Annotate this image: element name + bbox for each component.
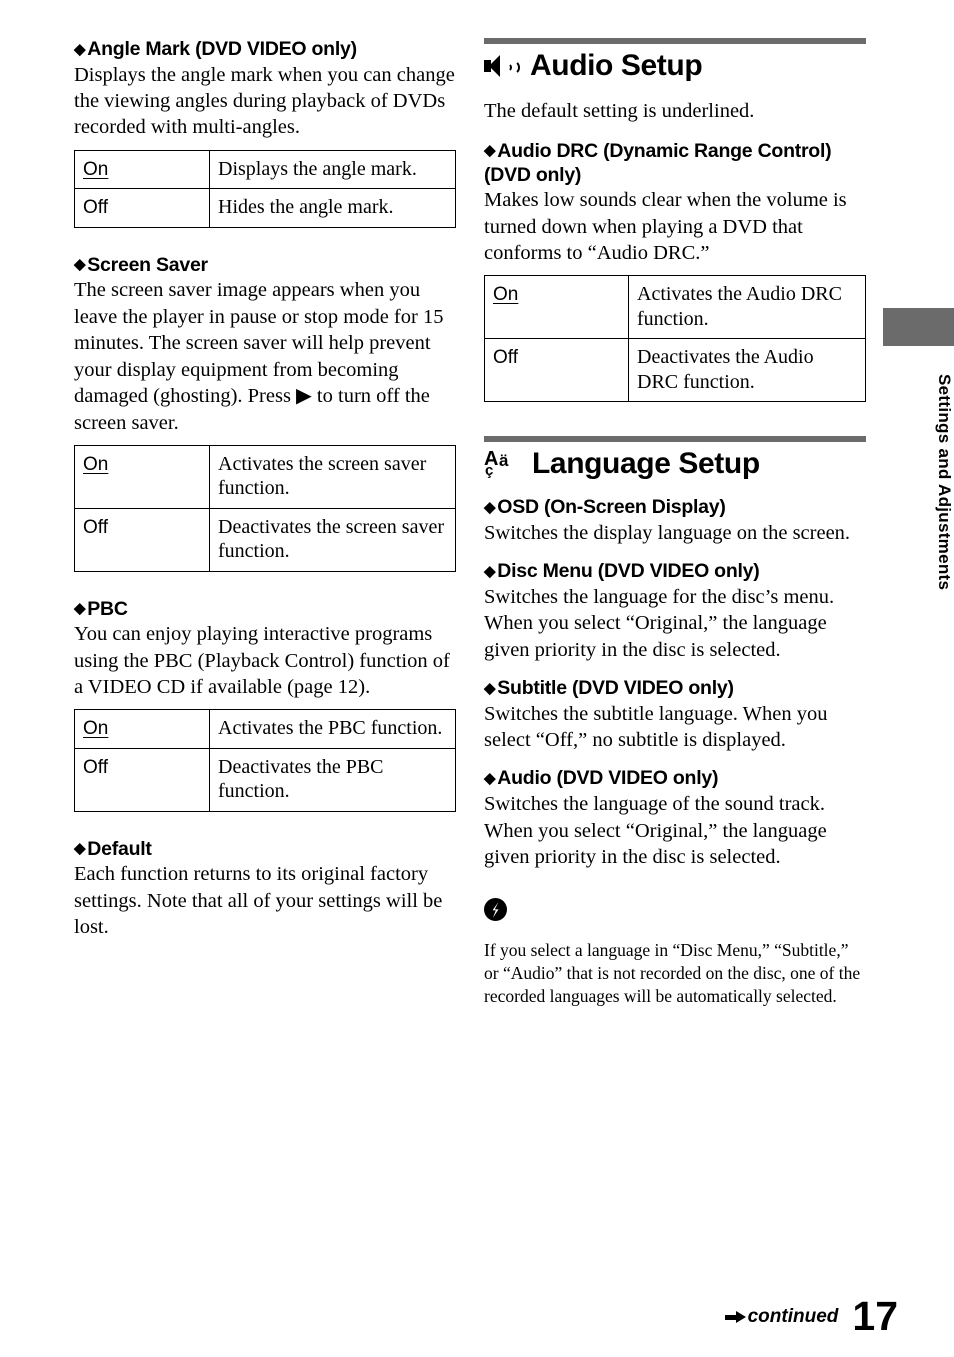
heading-default-text: Default — [87, 837, 152, 860]
diamond-bullet-icon: ◆ — [484, 769, 496, 787]
heading-angle-mark: ◆ Angle Mark (DVD VIDEO only) — [74, 38, 456, 61]
option-label: Off — [493, 347, 518, 369]
paragraph-subtitle: Switches the subtitle language. When you… — [484, 702, 828, 752]
description-cell: Activates the Audio DRC function. — [628, 275, 866, 340]
paragraph-audio: Switches the language of the sound track… — [484, 793, 827, 868]
heading-osd: ◆ OSD (On-Screen Display) — [484, 496, 866, 519]
option-cell: On — [484, 275, 629, 340]
table-angle-mark: On Displays the angle mark. Off Hides th… — [74, 149, 456, 228]
note-bolt-icon — [484, 898, 507, 922]
option-cell: Off — [74, 507, 210, 572]
arrow-right-icon — [724, 1311, 747, 1323]
heading-default: ◆ Default — [74, 838, 456, 861]
heading-angle-mark-text: Angle Mark (DVD VIDEO only) — [87, 38, 357, 60]
heading-disc-menu-text: Disc Menu (DVD VIDEO only) — [497, 560, 760, 583]
table-audio-drc: On Activates the Audio DRC function. Off… — [484, 275, 866, 403]
diamond-bullet-icon: ◆ — [74, 256, 86, 274]
table-row: On Displays the angle mark. — [74, 149, 456, 190]
page-footer: continued 17 — [724, 1293, 898, 1340]
option-label: Off — [83, 516, 108, 538]
description-cell: Deactivates the PBC function. — [209, 747, 456, 812]
description-cell: Displays the angle mark. — [209, 149, 456, 190]
diamond-bullet-icon: ◆ — [484, 142, 496, 160]
audio-setup-intro: The default setting is underlined. — [484, 99, 755, 122]
option-label: On — [83, 718, 109, 740]
table-row: Off Deactivates the Audio DRC function. — [484, 338, 866, 403]
option-cell: On — [74, 709, 210, 749]
heading-subtitle: ◆ Subtitle (DVD VIDEO only) — [484, 677, 866, 700]
description-cell: Deactivates the Audio DRC function. — [628, 338, 866, 403]
heading-pbc: ◆ PBC — [74, 598, 456, 621]
option-cell: On — [74, 149, 210, 190]
heading-audio: ◆ Audio (DVD VIDEO only) — [484, 767, 866, 790]
table-row: On Activates the PBC function. — [74, 709, 456, 749]
heading-audio-drc-line2-wrap: (DVD only) — [484, 164, 866, 187]
diamond-bullet-icon: ◆ — [484, 679, 496, 697]
section-title-audio-setup: Audio Setup — [484, 50, 866, 82]
section-title-audio-setup-text: Audio Setup — [530, 49, 703, 82]
heading-osd-text: OSD (On-Screen Display) — [497, 496, 726, 519]
table-row: Off Hides the angle mark. — [74, 188, 456, 228]
continued-marker: continued — [724, 1306, 839, 1335]
description-cell: Activates the PBC function. — [209, 709, 456, 749]
paragraph-pbc: You can enjoy playing interactive progra… — [74, 623, 450, 698]
table-row: Off Deactivates the PBC function. — [74, 747, 456, 812]
section-divider-audio-setup — [484, 38, 866, 44]
option-cell: Off — [74, 188, 210, 228]
paragraph-osd: Switches the display language on the scr… — [484, 521, 851, 544]
diamond-bullet-icon: ◆ — [74, 840, 86, 858]
section-title-language-setup-text: Language Setup — [532, 447, 760, 481]
option-cell: Off — [74, 747, 210, 812]
note-text: If you select a language in “Disc Menu,”… — [484, 939, 861, 1007]
speaker-icon — [484, 53, 520, 79]
option-cell: Off — [484, 338, 629, 403]
diamond-bullet-icon: ◆ — [74, 40, 86, 58]
continued-label: continued — [747, 1306, 839, 1327]
paragraph-angle-mark: Displays the angle mark when you can cha… — [74, 63, 455, 139]
heading-pbc-text: PBC — [87, 597, 128, 620]
heading-screen-saver-text: Screen Saver — [87, 253, 208, 276]
option-label: Off — [83, 197, 108, 219]
description-cell: Activates the screen saver function. — [209, 444, 456, 509]
option-label: On — [83, 158, 109, 180]
page-number: 17 — [852, 1293, 898, 1340]
language-characters-icon: Açä — [484, 448, 509, 480]
side-tab-label: Settings and Adjustments — [935, 373, 954, 591]
section-title-language-setup: Açä Language Setup — [484, 448, 866, 480]
side-tab-marker — [883, 308, 954, 346]
heading-audio-text: Audio (DVD VIDEO only) — [497, 767, 719, 790]
diamond-bullet-icon: ◆ — [74, 600, 86, 617]
table-row: On Activates the Audio DRC function. — [484, 275, 866, 340]
section-divider-language-setup — [484, 436, 866, 443]
option-label: On — [83, 453, 109, 475]
right-column: Audio Setup The default setting is under… — [484, 0, 866, 1026]
table-pbc: On Activates the PBC function. Off Deact… — [74, 709, 456, 812]
option-label: On — [493, 284, 519, 306]
table-row: On Activates the screen saver function. — [74, 444, 456, 509]
heading-audio-drc-line2: (DVD only) — [484, 163, 582, 186]
description-cell: Deactivates the screen saver function. — [209, 507, 456, 572]
paragraph-disc-menu: Switches the language for the disc’s men… — [484, 585, 835, 661]
paragraph-default: Each function returns to its original fa… — [74, 863, 443, 939]
heading-subtitle-text: Subtitle (DVD VIDEO only) — [497, 677, 734, 699]
paragraph-screen-saver: The screen saver image appears when you … — [74, 279, 444, 434]
table-row: Off Deactivates the screen saver functio… — [74, 507, 456, 572]
heading-audio-drc: ◆ Audio DRC (Dynamic Range Control) — [484, 140, 866, 163]
left-column: ◆ Angle Mark (DVD VIDEO only) Displays th… — [74, 0, 456, 941]
paragraph-audio-drc: Makes low sounds clear when the volume i… — [484, 189, 847, 265]
heading-screen-saver: ◆ Screen Saver — [74, 254, 456, 277]
description-cell: Hides the angle mark. — [209, 188, 456, 228]
table-screen-saver: On Activates the screen saver function. … — [74, 444, 456, 572]
option-cell: On — [74, 444, 210, 509]
option-label: Off — [83, 756, 108, 778]
heading-audio-drc-line1: Audio DRC (Dynamic Range Control) — [497, 139, 832, 162]
diamond-bullet-icon: ◆ — [484, 498, 496, 516]
diamond-bullet-icon: ◆ — [484, 562, 496, 580]
heading-disc-menu: ◆ Disc Menu (DVD VIDEO only) — [484, 560, 866, 583]
